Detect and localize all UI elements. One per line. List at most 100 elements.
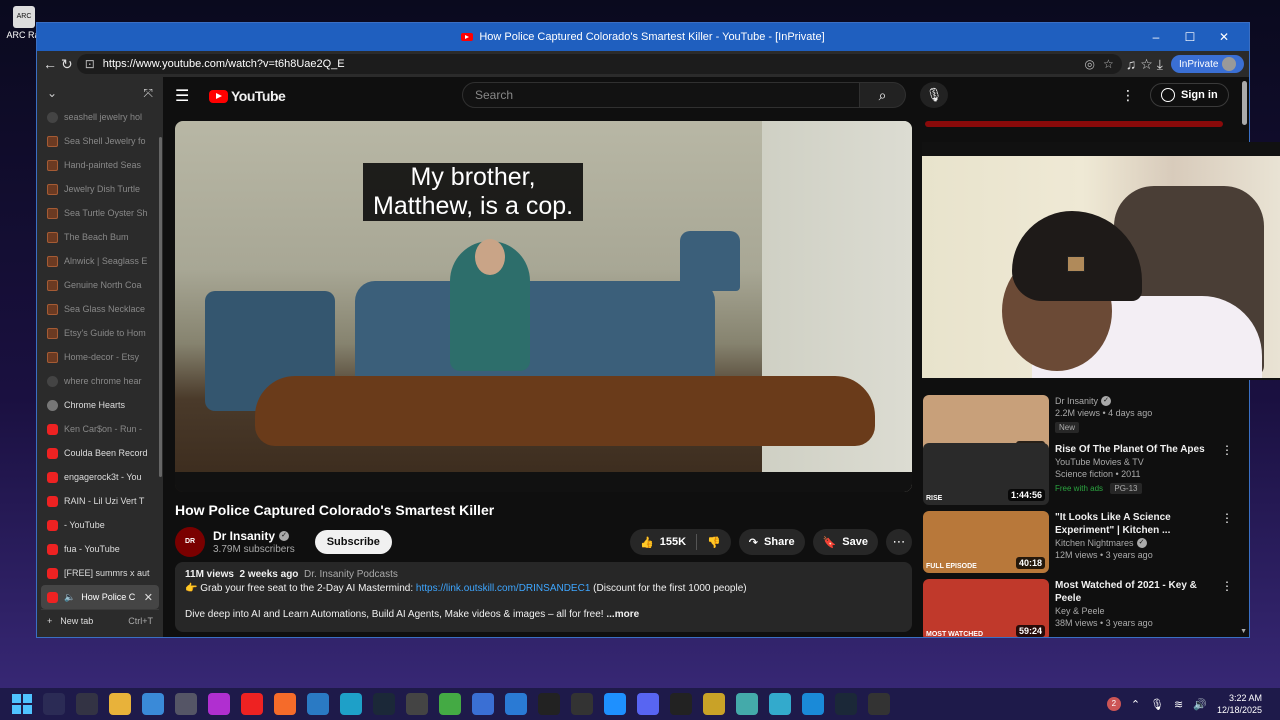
chevron-up-icon[interactable]: ⌃: [1131, 698, 1140, 711]
recommendation-channel[interactable]: Key & Peele: [1055, 605, 1105, 617]
sidebar-tab[interactable]: seashell jewelry hol: [41, 105, 159, 129]
maximize-button[interactable]: ☐: [1173, 23, 1207, 51]
sidebar-tab[interactable]: where chrome hear: [41, 369, 159, 393]
sidebar-tab[interactable]: Sea Turtle Oyster Sh: [41, 201, 159, 225]
github-icon[interactable]: [538, 693, 560, 715]
sidebar-tab[interactable]: Genuine North Coa: [41, 273, 159, 297]
sidebar-tab[interactable]: - YouTube: [41, 513, 159, 537]
tab-active[interactable]: 🔈 How Police C ✕: [41, 585, 159, 609]
sidebar-tab[interactable]: Chrome Hearts: [41, 393, 159, 417]
new-tab-button[interactable]: + New tab Ctrl+T: [41, 609, 159, 631]
sidebar-tab[interactable]: [FREE] summrs x aut: [41, 561, 159, 585]
media-control-icon[interactable]: ♫: [1126, 56, 1137, 72]
recommendation-thumbnail[interactable]: RISE 1:44:56: [923, 443, 1049, 505]
steam2-icon[interactable]: [835, 693, 857, 715]
address-bar[interactable]: ⊡ https://www.youtube.com/watch?v=t6h8Ua…: [76, 54, 1122, 74]
audio-icon[interactable]: [703, 693, 725, 715]
share-button[interactable]: ↷ Share: [738, 529, 805, 555]
close-tab-icon[interactable]: ✕: [144, 591, 153, 604]
youtube-logo[interactable]: YouTube: [209, 88, 286, 104]
more-actions-icon[interactable]: ⋯: [886, 529, 912, 555]
minimize-button[interactable]: –: [1139, 23, 1173, 51]
copilot-icon[interactable]: [340, 693, 362, 715]
notification-badge[interactable]: 2: [1106, 697, 1121, 711]
refresh-button[interactable]: ↻: [61, 56, 73, 73]
speaker-icon[interactable]: 🔈: [64, 592, 75, 603]
file-explorer-icon[interactable]: [109, 693, 131, 715]
terminal-icon[interactable]: [670, 693, 692, 715]
recommendation-channel[interactable]: Kitchen Nightmares: [1055, 537, 1134, 549]
recommendation-menu-icon[interactable]: ⋮: [1221, 511, 1233, 525]
recommendation-menu-icon[interactable]: ⋮: [1221, 443, 1233, 457]
dislike-icon[interactable]: 👎: [707, 536, 721, 549]
tracking-prevention-icon[interactable]: ◎: [1084, 57, 1094, 71]
microphone-tray-icon[interactable]: 🎙: [1150, 698, 1164, 711]
chrome-icon[interactable]: [439, 693, 461, 715]
collapse-chevron-icon[interactable]: ⌄: [47, 86, 57, 100]
sidebar-tab[interactable]: Coulda Been Record: [41, 441, 159, 465]
sidebar-tab[interactable]: Etsy's Guide to Hom: [41, 321, 159, 345]
recommendation-channel[interactable]: YouTube Movies & TV: [1055, 456, 1144, 468]
opera-icon[interactable]: [241, 693, 263, 715]
scroll-down-arrow-icon[interactable]: ▼: [1240, 628, 1247, 635]
inprivate-button[interactable]: InPrivate: [1171, 55, 1245, 73]
sidebar-tab[interactable]: Sea Shell Jewelry fo: [41, 129, 159, 153]
discord-icon[interactable]: [637, 693, 659, 715]
clock[interactable]: 3:22 AM 12/18/2025: [1217, 692, 1262, 716]
start-button-icon[interactable]: [12, 694, 32, 714]
favorites-icon[interactable]: ☆: [1140, 56, 1153, 73]
search-input[interactable]: [462, 82, 860, 108]
voice-search-button[interactable]: 🎙: [920, 82, 948, 108]
epic-games-icon[interactable]: [571, 693, 593, 715]
task-view-icon[interactable]: [76, 693, 98, 715]
opera-gx-icon[interactable]: [208, 693, 230, 715]
sidebar-tab[interactable]: Ken Car$on - Run -: [41, 417, 159, 441]
like-icon[interactable]: 👍: [640, 536, 654, 549]
steam-icon[interactable]: [373, 693, 395, 715]
recommendation-item[interactable]: MOST WATCHED 59:24 Most Watched of 2021 - …: [923, 579, 1243, 637]
recommendation-menu-icon[interactable]: ⋮: [1221, 579, 1233, 593]
calendar-icon[interactable]: [472, 693, 494, 715]
page-scrollbar[interactable]: [1242, 81, 1247, 125]
favorite-star-icon[interactable]: ☆: [1103, 57, 1114, 71]
sidebar-tab[interactable]: fua - YouTube: [41, 537, 159, 561]
title-bar[interactable]: How Police Captured Colorado's Smartest …: [37, 23, 1249, 51]
close-button[interactable]: ✕: [1207, 23, 1241, 51]
app-icon[interactable]: [406, 693, 428, 715]
notepad-icon[interactable]: [769, 693, 791, 715]
volume-icon[interactable]: 🔊: [1193, 698, 1207, 711]
recommendation-item[interactable]: RISE 1:44:56 Rise Of The Planet Of The Ape…: [923, 443, 1243, 507]
sidebar-tab[interactable]: Sea Glass Necklace: [41, 297, 159, 321]
vscode-icon[interactable]: [505, 693, 527, 715]
menu-icon[interactable]: ☰: [175, 86, 195, 106]
video-player[interactable]: My brother, Matthew, is a cop.: [175, 121, 912, 492]
recommendation-thumbnail[interactable]: FULL EPISODE 40:18: [923, 511, 1049, 573]
recommendation-title[interactable]: Rise Of The Planet Of The Apes: [1055, 443, 1215, 456]
description-box[interactable]: 11M views 2 weeks ago Dr. Insanity Podca…: [175, 562, 912, 632]
sidebar-tab[interactable]: Home-decor - Etsy: [41, 345, 159, 369]
sidebar-tab[interactable]: engagerock3t - You: [41, 465, 159, 489]
back-button[interactable]: ←: [43, 56, 57, 72]
site-info-icon[interactable]: ⊡: [85, 57, 95, 71]
sidebar-tab[interactable]: Hand-painted Seas: [41, 153, 159, 177]
recommendation-title[interactable]: "It Looks Like A Science Experiment" | K…: [1055, 511, 1215, 537]
promo-link[interactable]: https://link.outskill.com/DRINSANDEC1: [416, 583, 591, 594]
brave-icon[interactable]: [274, 693, 296, 715]
obs-icon[interactable]: [868, 693, 890, 715]
settings-menu-icon[interactable]: ⋮: [1121, 87, 1135, 104]
channel-name[interactable]: Dr Insanity: [213, 529, 275, 543]
sidebar-tab[interactable]: RAIN - Lil Uzi Vert T: [41, 489, 159, 513]
wifi-icon[interactable]: ≋: [1174, 698, 1183, 711]
recommendation-thumbnail[interactable]: MOST WATCHED 59:24: [923, 579, 1049, 637]
sign-in-button[interactable]: Sign in: [1150, 83, 1229, 107]
recommendation-item[interactable]: FULL EPISODE 40:18 "It Looks Like A Scienc…: [923, 511, 1243, 575]
channel-avatar[interactable]: DR INSANITY: [175, 527, 208, 575]
pin-sidebar-icon[interactable]: ⤧: [143, 86, 153, 101]
search-button[interactable]: ⌕: [860, 82, 906, 108]
sidebar-tab[interactable]: Jewelry Dish Turtle: [41, 177, 159, 201]
subscribe-button[interactable]: Subscribe: [314, 530, 392, 554]
edge-icon[interactable]: [802, 693, 824, 715]
settings-icon[interactable]: [175, 693, 197, 715]
recommendation-channel[interactable]: Dr Insanity: [1055, 395, 1098, 407]
save-button[interactable]: 🔖 Save: [812, 529, 878, 555]
